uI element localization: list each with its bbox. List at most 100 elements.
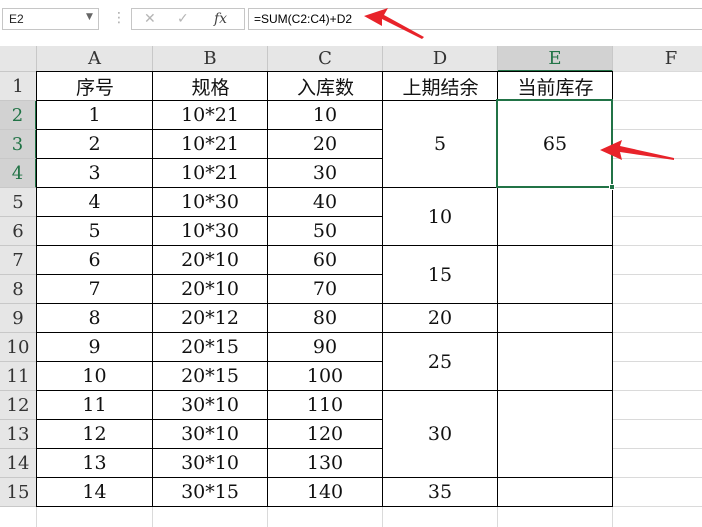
merged-cell-d[interactable]: 10 (383, 188, 497, 245)
merged-cell-d[interactable]: 25 (383, 333, 497, 390)
table-cell[interactable]: 2 (37, 130, 152, 158)
table-cell[interactable]: 30*10 (153, 449, 267, 477)
table-cell[interactable]: 140 (268, 478, 382, 506)
table-cell[interactable]: 7 (37, 275, 152, 303)
table-cell[interactable]: 20*10 (153, 275, 267, 303)
column-header-b[interactable]: B (153, 46, 268, 72)
row-header-14[interactable]: 14 (0, 449, 37, 478)
table-cell[interactable]: 1 (37, 101, 152, 129)
row-header-7[interactable]: 7 (0, 246, 37, 275)
row-header-2[interactable]: 2 (0, 101, 37, 130)
row-header-3[interactable]: 3 (0, 130, 37, 159)
table-cell[interactable]: 50 (268, 217, 382, 245)
table-cell[interactable]: 9 (37, 333, 152, 361)
table-cell[interactable]: 10*21 (153, 101, 267, 129)
column-header-c[interactable]: C (268, 46, 383, 72)
merged-cell-d[interactable]: 5 (383, 101, 497, 187)
table-cell[interactable]: 10*30 (153, 217, 267, 245)
confirm-icon[interactable]: ✓ (177, 9, 189, 29)
row-header-11[interactable]: 11 (0, 362, 37, 391)
table-cell[interactable]: 80 (268, 304, 382, 332)
column-header-e[interactable]: E (498, 46, 613, 72)
table-header-cell[interactable]: 当前库存 (498, 72, 613, 100)
merged-cell-e[interactable] (498, 246, 612, 303)
formula-input[interactable]: =SUM(C2:C4)+D2 (248, 8, 702, 30)
table-cell[interactable]: 70 (268, 275, 382, 303)
table-cell[interactable]: 10*21 (153, 159, 267, 187)
table-cell[interactable]: 5 (37, 217, 152, 245)
table-border (37, 274, 383, 275)
table-cell[interactable]: 20 (268, 130, 382, 158)
table-cell[interactable]: 30*10 (153, 391, 267, 419)
table-cell[interactable]: 130 (268, 449, 382, 477)
cancel-icon[interactable]: ✕ (144, 9, 156, 29)
table-border (383, 332, 613, 333)
table-cell[interactable]: 4 (37, 188, 152, 216)
table-cell[interactable]: 30*10 (153, 420, 267, 448)
table-cell[interactable]: 3 (37, 159, 152, 187)
table-header-cell[interactable]: 规格 (153, 72, 268, 100)
table-cell[interactable]: 110 (268, 391, 382, 419)
table-border (37, 158, 383, 159)
table-cell[interactable]: 12 (37, 420, 152, 448)
row-header-4[interactable]: 4 (0, 159, 37, 188)
merged-cell-d[interactable]: 20 (383, 304, 497, 332)
column-header-d[interactable]: D (383, 46, 498, 72)
table-cell[interactable]: 20*15 (153, 362, 267, 390)
merged-cell-e[interactable] (498, 478, 612, 506)
table-cell[interactable]: 20*12 (153, 304, 267, 332)
table-cell[interactable]: 30*15 (153, 478, 267, 506)
insert-function-icon[interactable]: fx (214, 9, 227, 29)
table-cell[interactable]: 10*30 (153, 188, 267, 216)
name-box[interactable]: E2 (2, 8, 99, 30)
table-cell[interactable]: 13 (37, 449, 152, 477)
row-header-10[interactable]: 10 (0, 333, 37, 362)
table-cell[interactable]: 10*21 (153, 130, 267, 158)
table-cell[interactable]: 120 (268, 420, 382, 448)
column-header-a[interactable]: A (37, 46, 153, 72)
row-header-12[interactable]: 12 (0, 391, 37, 420)
row-header-5[interactable]: 5 (0, 188, 37, 217)
select-all-corner[interactable] (0, 46, 37, 72)
formula-bar-grip-icon[interactable]: ⋮ (112, 10, 126, 26)
table-border (37, 477, 383, 478)
table-cell[interactable]: 60 (268, 246, 382, 274)
table-border (37, 71, 613, 72)
table-cell[interactable]: 90 (268, 333, 382, 361)
table-cell[interactable]: 30 (268, 159, 382, 187)
merged-cell-e[interactable] (498, 333, 612, 390)
row-header-9[interactable]: 9 (0, 304, 37, 333)
table-border (383, 506, 613, 507)
row-header-8[interactable]: 8 (0, 275, 37, 304)
formula-annotation-arrow (364, 8, 424, 39)
row-header-15[interactable]: 15 (0, 478, 37, 507)
merged-cell-e[interactable] (498, 188, 612, 245)
merged-cell-d[interactable]: 35 (383, 478, 497, 506)
table-border (37, 303, 383, 304)
table-cell[interactable]: 20*15 (153, 333, 267, 361)
table-cell[interactable]: 8 (37, 304, 152, 332)
table-cell[interactable]: 40 (268, 188, 382, 216)
merged-cell-d[interactable]: 30 (383, 391, 497, 477)
table-border (383, 245, 613, 246)
merged-cell-e[interactable] (498, 304, 612, 332)
merged-cell-e[interactable] (498, 391, 612, 477)
row-header-6[interactable]: 6 (0, 217, 37, 246)
table-header-cell[interactable]: 入库数 (268, 72, 383, 100)
table-cell[interactable]: 20*10 (153, 246, 267, 274)
table-cell[interactable]: 10 (268, 101, 382, 129)
table-header-cell[interactable]: 序号 (37, 72, 153, 100)
row-header-1[interactable]: 1 (0, 72, 37, 101)
merged-cell-d[interactable]: 15 (383, 246, 497, 303)
column-header-f[interactable]: F (613, 46, 702, 72)
row-header-13[interactable]: 13 (0, 420, 37, 449)
table-header-cell[interactable]: 上期结余 (383, 72, 498, 100)
fill-handle[interactable] (609, 184, 615, 190)
table-cell[interactable]: 100 (268, 362, 382, 390)
merged-cell-e[interactable]: 65 (498, 101, 612, 187)
name-box-dropdown-icon[interactable]: ▼ (86, 12, 93, 22)
table-cell[interactable]: 11 (37, 391, 152, 419)
table-cell[interactable]: 10 (37, 362, 152, 390)
table-cell[interactable]: 6 (37, 246, 152, 274)
table-cell[interactable]: 14 (37, 478, 152, 506)
